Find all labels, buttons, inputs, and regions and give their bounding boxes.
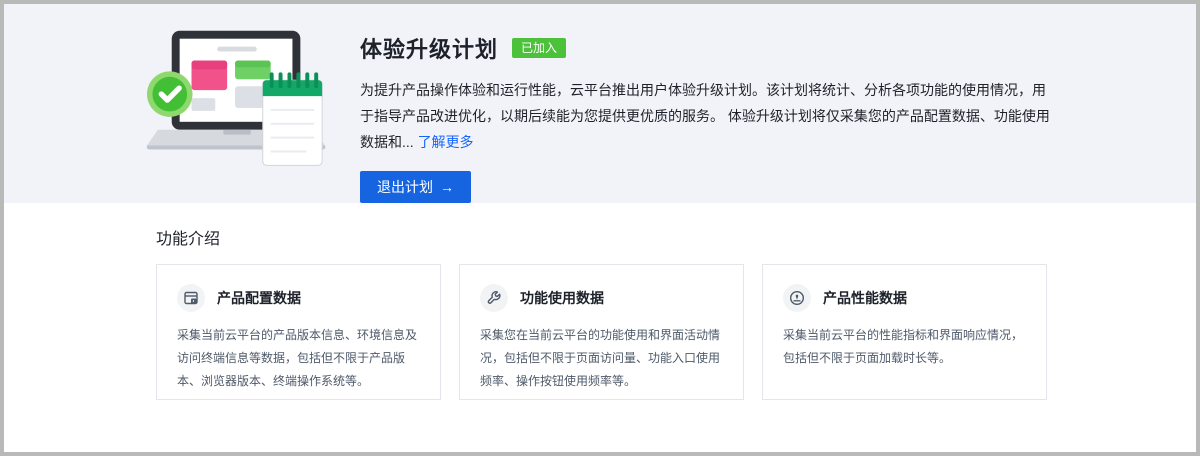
card-title: 功能使用数据	[520, 288, 604, 308]
joined-status-badge: 已加入	[512, 38, 566, 58]
features-section: 功能介绍 产品配置数据 采集当前云平台的产品版本信息、环境信息及访问终端信息等数…	[4, 203, 1196, 400]
gauge-icon	[783, 284, 811, 312]
quit-plan-button-label: 退出计划	[377, 177, 433, 197]
page: 体验升级计划 已加入 为提升产品操作体验和运行性能，云平台推出用户体验升级计划。…	[0, 0, 1200, 456]
quit-plan-button[interactable]: 退出计划 →	[360, 171, 471, 203]
card-body: 采集当前云平台的性能指标和界面响应情况，包括但不限于页面加载时长等。	[783, 324, 1026, 370]
card-title: 产品性能数据	[823, 288, 907, 308]
wrench-icon	[480, 284, 508, 312]
features-heading: 功能介绍	[156, 225, 1196, 249]
page-title: 体验升级计划	[360, 32, 498, 64]
card-body: 采集您在当前云平台的功能使用和界面活动情况，包括但不限于页面访问量、功能入口使用…	[480, 324, 723, 393]
arrow-right-icon: →	[440, 179, 454, 195]
learn-more-link[interactable]: 了解更多	[418, 134, 474, 150]
laptop-illustration	[146, 28, 334, 180]
card-title: 产品配置数据	[217, 288, 301, 308]
hero-content: 体验升级计划 已加入 为提升产品操作体验和运行性能，云平台推出用户体验升级计划。…	[360, 26, 1060, 203]
config-data-icon	[177, 284, 205, 312]
plan-description: 为提升产品操作体验和运行性能，云平台推出用户体验升级计划。该计划将统计、分析各项…	[360, 77, 1055, 155]
check-icon	[147, 71, 193, 117]
feature-card-product-config: 产品配置数据 采集当前云平台的产品版本信息、环境信息及访问终端信息等数据，包括但…	[156, 264, 441, 400]
feature-cards: 产品配置数据 采集当前云平台的产品版本信息、环境信息及访问终端信息等数据，包括但…	[156, 264, 1196, 400]
hero-section: 体验升级计划 已加入 为提升产品操作体验和运行性能，云平台推出用户体验升级计划。…	[4, 4, 1196, 203]
card-body: 采集当前云平台的产品版本信息、环境信息及访问终端信息等数据，包括但不限于产品版本…	[177, 324, 420, 393]
feature-card-product-performance: 产品性能数据 采集当前云平台的性能指标和界面响应情况，包括但不限于页面加载时长等…	[762, 264, 1047, 400]
feature-card-feature-usage: 功能使用数据 采集您在当前云平台的功能使用和界面活动情况，包括但不限于页面访问量…	[459, 264, 744, 400]
